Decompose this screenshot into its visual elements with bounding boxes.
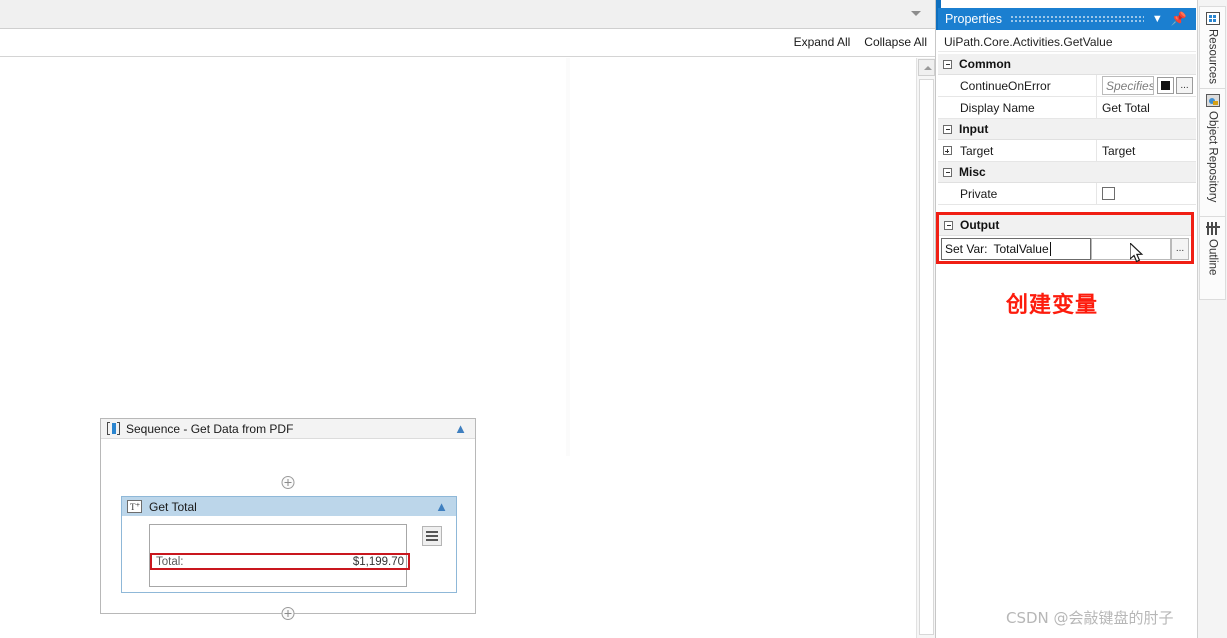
row-expander[interactable] [938,140,956,161]
output-value-row[interactable]: Set Var: TotalValue ... [939,236,1191,260]
annotation-create-variable: 创建变量 [1006,293,1099,318]
target-value: $1,199.70 [352,555,404,568]
canvas-band [566,58,570,456]
target-highlight-row: Total: $1,199.70 [150,553,410,570]
collapse-box-icon[interactable] [944,220,953,230]
private-checkbox[interactable] [1102,187,1115,200]
properties-group-output[interactable]: Output [939,215,1191,236]
chevron-down-icon[interactable]: ▼ [1152,14,1163,25]
row-expander-spacer [938,97,956,118]
rail-label: Resources [1206,29,1219,84]
continueonerror-input[interactable]: Specifies [1102,76,1154,95]
text-caret [1049,242,1051,256]
watermark: CSDN @会敲键盘的肘子 [1006,609,1174,627]
collapse-box-icon[interactable] [943,167,952,177]
properties-panel: Properties ▼ 📌 UiPath.Core.Activities.Ge… [935,0,1197,638]
target-preview-box[interactable]: Total: $1,199.70 [149,524,410,587]
property-name: Display Name [956,97,1097,118]
chevron-up-icon[interactable]: ▲ [435,500,448,513]
hamburger-icon[interactable] [422,526,442,546]
get-total-title: Get Total [149,499,197,514]
properties-group-common[interactable]: Common [938,54,1196,75]
sequence-activity-card[interactable]: Sequence - Get Data from PDF ▲ T + Get To… [100,418,476,620]
properties-header: Properties ▼ 📌 [938,8,1196,30]
set-var-label: Set Var: [945,242,988,256]
object-repository-icon [1205,94,1220,107]
outline-icon [1205,222,1220,235]
set-var-input[interactable]: Set Var: TotalValue [941,238,1091,260]
get-total-header[interactable]: T + Get Total ▲ [122,497,456,516]
set-var-value: TotalValue [993,242,1049,256]
collapse-all-button[interactable]: Collapse All [864,35,927,49]
collapse-box-icon[interactable] [943,124,952,134]
group-label: Input [959,122,989,136]
resources-icon [1205,12,1220,25]
property-row-private[interactable]: Private [938,183,1196,205]
designer-vertical-scrollbar[interactable] [916,58,935,638]
rail-label: Outline [1206,239,1219,276]
sequence-icon [107,422,120,435]
designer-top-toolbar [0,0,935,29]
get-total-body: Total: $1,199.70 [122,516,456,592]
property-value[interactable]: Target [1097,140,1196,161]
group-label: Output [960,218,1000,232]
ellipsis-button[interactable]: ... [1176,77,1193,94]
header-dots-divider [1009,15,1144,23]
expression-square-button[interactable] [1157,77,1174,94]
property-name: ContinueOnError [956,75,1097,96]
get-text-icon: T + [127,500,142,513]
property-row-display-name[interactable]: Display Name Get Total [938,97,1196,119]
scrollbar-track[interactable] [919,79,934,635]
sequence-title: Sequence - Get Data from PDF [126,421,294,436]
property-name: Private [956,183,1097,204]
properties-group-misc[interactable]: Misc [938,162,1196,183]
expand-all-button[interactable]: Expand All [794,35,851,49]
chevron-down-icon[interactable] [911,11,921,16]
property-value[interactable] [1097,183,1196,204]
scroll-up-icon[interactable] [918,59,935,76]
properties-type-name: UiPath.Core.Activities.GetValue [938,32,1196,52]
expand-box-icon[interactable] [942,146,952,155]
row-expander-spacer [938,183,956,204]
designer-subbar: Expand All Collapse All [0,30,935,57]
group-label: Common [959,57,1011,71]
output-ellipsis-button[interactable]: ... [1171,238,1189,260]
property-row-target[interactable]: Target Target [938,140,1196,162]
add-activity-above-button[interactable] [281,476,295,489]
rail-label: Object Repository [1206,111,1219,203]
collapse-box-icon[interactable] [943,59,952,69]
pin-icon[interactable]: 📌 [1171,12,1187,25]
property-value[interactable]: Specifies ... [1097,75,1196,96]
get-total-activity-card[interactable]: T + Get Total ▲ Total: $1,199.70 [121,496,457,593]
property-name: Target [956,140,1097,161]
property-row-continueonerror[interactable]: ContinueOnError Specifies ... [938,75,1196,97]
properties-output-section-highlight: Output Set Var: TotalValue ... [936,212,1194,264]
right-tab-rail: Resources Object Repository Outline [1197,0,1227,638]
properties-grid: Common ContinueOnError Specifies ... Dis… [938,54,1196,205]
expand-collapse-links: Expand All Collapse All [794,35,927,49]
properties-group-input[interactable]: Input [938,119,1196,140]
sequence-body: T + Get Total ▲ Total: $1,199.70 [101,439,475,620]
mouse-cursor [1130,243,1144,263]
property-value[interactable]: Get Total [1097,97,1196,118]
properties-title: Properties [945,12,1002,26]
rail-item-outline[interactable]: Outline [1199,216,1226,300]
rail-item-object-repository[interactable]: Object Repository [1199,88,1226,220]
target-label: Total: [156,555,184,568]
app-root: Expand All Collapse All Sequence - Get D… [0,0,1227,638]
chevron-up-icon[interactable]: ▲ [454,422,467,435]
group-label: Misc [959,165,986,179]
sequence-header[interactable]: Sequence - Get Data from PDF ▲ [101,419,475,439]
add-activity-below-button[interactable] [281,607,295,620]
row-expander-spacer [938,75,956,96]
